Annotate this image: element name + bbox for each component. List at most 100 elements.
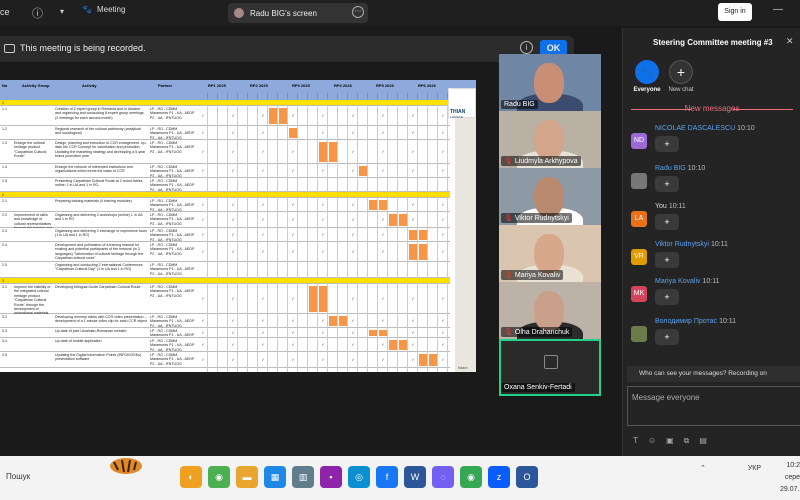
cell-activity: Up-date of joint Ukrainian-Romanian webs… [55,329,127,333]
check-icon: ✓ [231,330,235,335]
check-icon: ✓ [291,113,295,118]
cell-no: 1.4 [2,165,7,169]
gantt-bar [369,330,377,336]
minimize-icon[interactable]: — [773,4,783,15]
file-explorer-icon[interactable]: ▬ [236,466,258,488]
message-sender: Radu BIG 10:10 [655,165,706,172]
participant-face [534,177,564,217]
cell-activity: Organizing and conducting 2 internationa… [55,263,143,272]
close-icon[interactable]: ✕ [786,36,794,47]
header-activity-group: Activity Group [22,83,50,88]
check-icon: ✓ [291,217,295,222]
reaction-bubble[interactable]: + [655,136,679,152]
more-icon[interactable]: ⋯ [352,6,364,18]
check-icon: ✓ [201,249,205,254]
header-rp4: RP4 2026 [334,83,352,88]
sheet-side-panel: Islam [455,118,476,372]
reaction-bubble[interactable]: + [655,289,679,305]
participant-name: 🎙 Viktor Rudnytskyi [501,213,572,223]
check-icon: ✓ [381,296,385,301]
video-tile[interactable]: 🎙 Olha Drahanchuk [499,282,601,339]
cell-no: 1 [2,101,4,105]
gantt-bar [409,244,417,260]
gantt-bar [419,354,427,366]
meeting-tab[interactable]: 🐾 Meeting [82,5,125,14]
save-icon[interactable]: ▪ [320,466,342,488]
check-icon: ✓ [441,249,445,254]
check-icon: ✓ [261,249,265,254]
chrome-profile-icon[interactable]: ◉ [460,466,482,488]
check-icon: ✓ [321,130,325,135]
video-tile[interactable]: Radu BIG [499,54,601,111]
zoom-icon[interactable]: z [488,466,510,488]
store-icon[interactable]: ▦ [264,466,286,488]
check-icon: ✓ [441,232,445,237]
copilot-icon[interactable]: ◐ [180,466,202,488]
check-icon: ✓ [231,357,235,362]
check-icon: ✓ [201,232,205,237]
screen-share-tab[interactable]: Radu BIG's screen ⋯ [228,3,368,23]
video-tile[interactable]: 🎙 Viktor Rudnytskyi [499,168,601,225]
cell-no: 3.3 [2,329,7,333]
file-icon[interactable]: ▤ [699,436,707,446]
mic-muted-icon: 🎙 [504,329,513,336]
gif-icon[interactable]: ▣ [666,436,674,446]
cell-activity: Updating the Digital Information Points … [55,353,142,362]
viber-icon[interactable]: ◌ [432,466,454,488]
chrome-icon[interactable]: ◉ [208,466,230,488]
info-icon[interactable]: i [520,41,533,54]
meeting-label: Meeting [96,5,126,14]
reaction-bubble[interactable]: + [655,252,679,268]
reaction-bubble[interactable]: + [655,176,679,192]
check-icon: ✓ [201,330,205,335]
check-icon: ✓ [291,202,295,207]
cell-no: 2.5 [2,263,7,267]
cell-partner: LP - RO - CDMM Maramures P1 - UA - AEDP … [150,229,195,242]
check-icon: ✓ [201,357,205,362]
app-name: ce [0,7,10,17]
cell-activity: Design, planning and execution of CCR en… [55,141,147,159]
check-icon: ✓ [351,330,355,335]
check-icon: ✓ [351,113,355,118]
cell-activity: Development and publication of a trainin… [55,243,144,261]
outlook-icon[interactable]: O [516,466,538,488]
cell-no: 2.1 [2,199,7,203]
cell-activity: Presenting Carpathian Cultural Route at … [55,179,143,188]
cell-no: 2 [2,193,4,197]
check-icon: ✓ [351,357,355,362]
reaction-bubble[interactable]: + [655,329,679,345]
language-indicator[interactable]: УКР [748,465,761,472]
chevron-down-icon[interactable]: ▾ [60,7,64,16]
screenshot-icon[interactable]: ⧉ [684,436,690,446]
calculator-icon[interactable]: ▥ [292,466,314,488]
word-icon[interactable]: W [404,466,426,488]
check-icon: ✓ [231,232,235,237]
participant-name: Oxana Senkiv-Fertadi [501,383,575,392]
facebook-icon[interactable]: f [376,466,398,488]
month-header-row [198,93,448,99]
sign-in-button[interactable]: Sign in [718,3,752,21]
tab-new-chat[interactable]: + New chat [661,60,701,93]
cell-group: Enlarge the cultural heritage product "C… [14,141,47,159]
cell-no: 3 [2,279,4,283]
video-tile[interactable]: 🎙 Mariya Kovaliv [499,225,601,282]
info-icon[interactable]: ⓘ [32,5,43,21]
video-tile-active-speaker[interactable]: Oxana Senkiv-Fertadi [499,339,601,396]
reaction-bubble[interactable]: + [655,214,679,230]
check-icon: ✓ [321,342,325,347]
check-icon: ✓ [261,330,265,335]
video-tile[interactable]: 🎙 Liudmyla Arkhypova [499,111,601,168]
search-box[interactable]: Пошук [6,472,30,481]
text-format-icon[interactable]: T [633,436,638,446]
message-visibility-notice[interactable]: Who can see your messages? Recording on [627,366,800,382]
tiger-widget-icon[interactable] [106,452,146,478]
chat-input[interactable]: Message everyone [627,386,800,426]
check-icon: ✓ [201,318,205,323]
paw-icon: 🐾 [82,5,92,14]
chevron-up-icon[interactable]: ⌃ [700,465,706,472]
edge-icon[interactable]: ◎ [348,466,370,488]
clock[interactable]: 10:2 сере 29.07.2 [780,460,800,496]
check-icon: ✓ [321,318,325,323]
header-rp2: RP2 2025 [250,83,268,88]
emoji-icon[interactable]: ☺ [648,436,656,446]
